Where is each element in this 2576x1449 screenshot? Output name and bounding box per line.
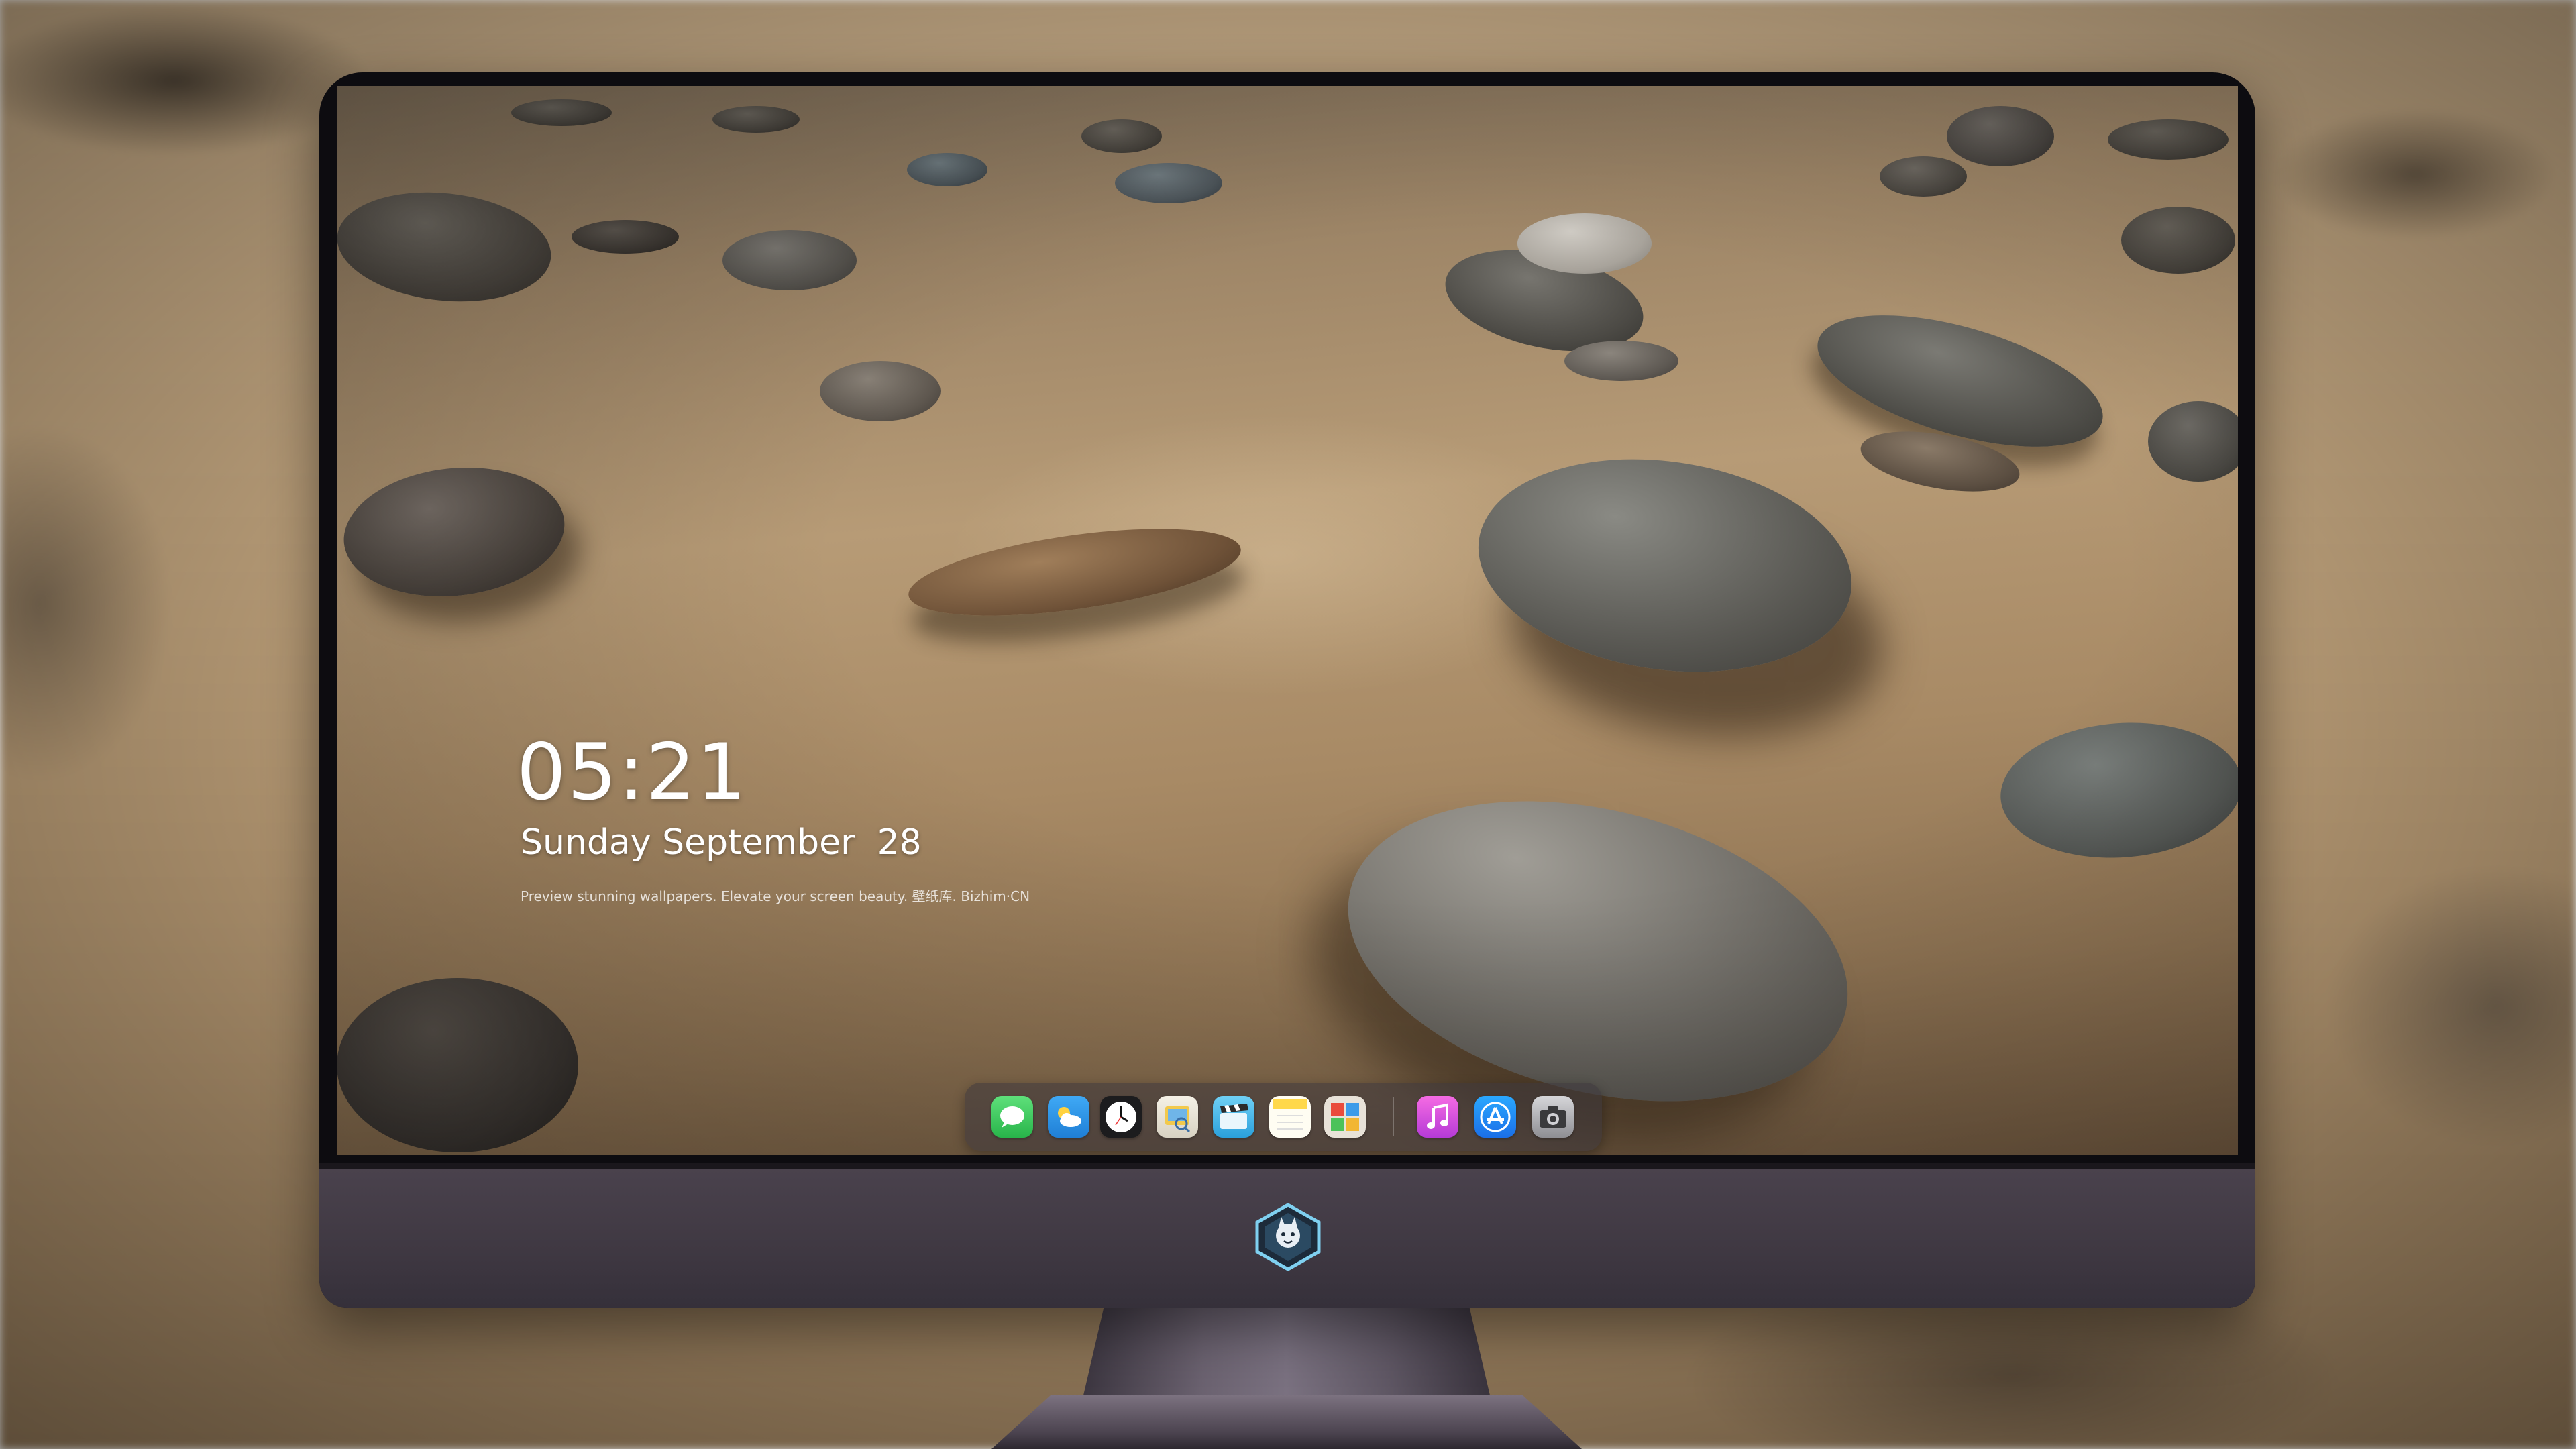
music-icon[interactable]: [1417, 1096, 1458, 1138]
clock-icon[interactable]: [1100, 1096, 1142, 1138]
wallpaper-shade: [337, 86, 2238, 1155]
messages-icon[interactable]: [991, 1096, 1033, 1138]
monitor-chin-divider: [319, 1163, 2255, 1169]
weather-icon[interactable]: [1048, 1096, 1089, 1138]
camera-icon[interactable]: [1532, 1096, 1574, 1138]
preview-icon[interactable]: [1157, 1096, 1198, 1138]
brand-logo-icon: [1255, 1203, 1321, 1271]
lockscreen-time: 05:21: [517, 727, 748, 818]
wallpaper-caption: Preview stunning wallpapers. Elevate you…: [521, 888, 1030, 904]
photo-booth-icon[interactable]: [1324, 1096, 1366, 1138]
monitor-stand-base: [991, 1395, 1582, 1449]
desktop-screen: 05:21 Sunday September 28 Preview stunni…: [337, 86, 2238, 1155]
clips-icon[interactable]: [1213, 1096, 1254, 1138]
lockscreen-date: Sunday September 28: [521, 822, 922, 863]
dock: [965, 1083, 1602, 1151]
notes-icon[interactable]: [1269, 1096, 1311, 1138]
app-store-icon[interactable]: [1474, 1096, 1516, 1138]
dock-separator: [1393, 1097, 1394, 1136]
